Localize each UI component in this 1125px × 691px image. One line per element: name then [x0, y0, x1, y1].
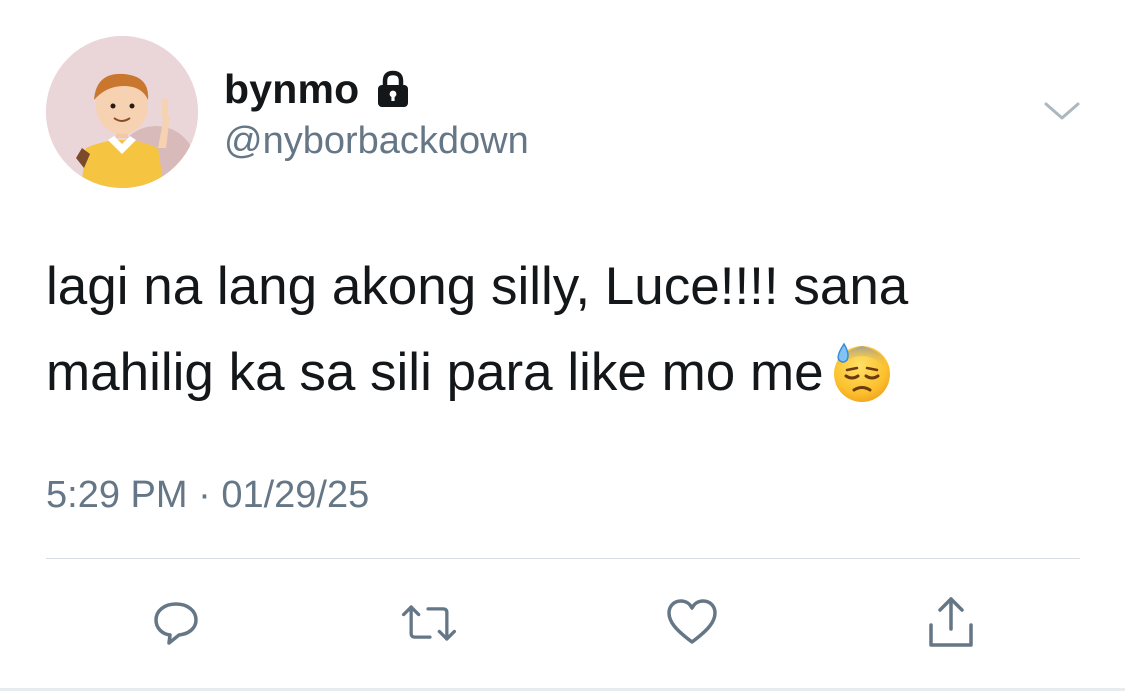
retweet-icon [401, 605, 457, 641]
chevron-down-icon[interactable] [1040, 96, 1084, 126]
avatar[interactable] [46, 36, 198, 188]
cartoon-boy-avatar [46, 36, 198, 188]
timestamp[interactable]: 5:29 PM · 01/29/25 [46, 474, 369, 517]
share-button[interactable] [920, 592, 982, 654]
heart-icon [667, 599, 717, 644]
author-name-row[interactable]: bynmo [224, 66, 413, 112]
retweet-button[interactable] [398, 592, 460, 654]
display-name[interactable]: bynmo [224, 66, 359, 113]
share-icon [929, 597, 973, 647]
like-button[interactable] [661, 592, 723, 654]
timestamp-separator: · [198, 474, 211, 516]
author-handle[interactable]: @nyborbackdown [224, 120, 529, 163]
tweet-text-line: mahilig ka sa sili para like mo me [46, 330, 1056, 416]
tweet-text-line-2: mahilig ka sa sili para like mo me [46, 343, 824, 402]
divider [46, 558, 1080, 559]
tweet-date: 01/29/25 [221, 474, 370, 516]
tweet-text: lagi na lang akong silly, Luce!!!! sana … [46, 244, 1056, 416]
reply-icon [154, 602, 198, 645]
tweet-time: 5:29 PM [46, 474, 188, 516]
downcast-face-with-sweat-emoji [830, 340, 894, 404]
tweet-text-line: lagi na lang akong silly, Luce!!!! sana [46, 257, 909, 316]
reply-button[interactable] [145, 592, 207, 654]
lock-icon [373, 69, 413, 109]
